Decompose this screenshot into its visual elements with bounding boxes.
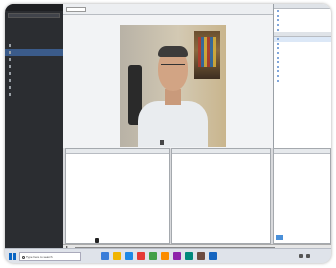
taskbar-app-icon[interactable] <box>149 252 157 260</box>
taskbar-app-icon[interactable] <box>113 252 121 260</box>
sidebar-session-item[interactable] <box>5 56 63 63</box>
tooltip <box>95 238 99 243</box>
taskbar-app-icon[interactable] <box>209 252 217 260</box>
taskbar-app-icon[interactable] <box>197 252 205 260</box>
sidebar-session-item[interactable] <box>5 84 63 91</box>
system-tray <box>299 252 327 260</box>
chat-pane <box>171 148 271 244</box>
taskbar-app-icon[interactable] <box>185 252 193 260</box>
session-icon <box>9 44 12 47</box>
session-icon <box>9 93 12 96</box>
session-icon <box>9 51 12 54</box>
taskbar-app-icon[interactable] <box>125 252 133 260</box>
participant-item[interactable] <box>274 78 331 83</box>
taskbar-app-icon[interactable] <box>101 252 109 260</box>
sidebar-session-item[interactable] <box>5 70 63 77</box>
view-select[interactable] <box>66 7 86 12</box>
session-icon <box>9 72 12 75</box>
webcam-video <box>120 25 226 147</box>
notes-pane[interactable] <box>65 148 170 244</box>
windows-start-icon[interactable] <box>9 253 16 260</box>
video-area <box>63 15 273 148</box>
chat-header <box>172 149 270 154</box>
session-icon <box>9 58 12 61</box>
sidebar-search-input[interactable] <box>8 13 60 18</box>
sidebar <box>5 4 63 248</box>
taskbar-search-placeholder: Type here to search <box>26 255 53 259</box>
sidebar-session-item[interactable] <box>5 91 63 98</box>
app-window: Type here to search <box>5 4 331 263</box>
toolbar <box>63 4 273 15</box>
taskbar-app-icon[interactable] <box>137 252 145 260</box>
taskbar: Type here to search <box>5 248 331 263</box>
qa-header <box>274 149 330 154</box>
session-icon <box>9 65 12 68</box>
volume-icon[interactable] <box>306 254 310 258</box>
network-icon[interactable] <box>299 254 303 258</box>
sidebar-session-item[interactable] <box>5 63 63 70</box>
taskbar-search-input[interactable]: Type here to search <box>19 252 81 261</box>
taskbar-app-icon[interactable] <box>173 252 181 260</box>
sidebar-session-item[interactable] <box>5 77 63 84</box>
clock[interactable] <box>313 252 327 260</box>
sidebar-session-item[interactable] <box>5 42 63 49</box>
sidebar-session-item[interactable] <box>5 49 63 56</box>
session-icon <box>9 79 12 82</box>
search-icon <box>21 255 25 259</box>
presenter-name-tag <box>160 140 164 145</box>
taskbar-app-icon[interactable] <box>161 252 169 260</box>
sidebar-title <box>5 4 63 11</box>
session-icon <box>9 86 12 89</box>
qa-pane <box>273 148 331 244</box>
qa-send-button[interactable] <box>276 235 283 240</box>
notes-header <box>66 149 169 154</box>
